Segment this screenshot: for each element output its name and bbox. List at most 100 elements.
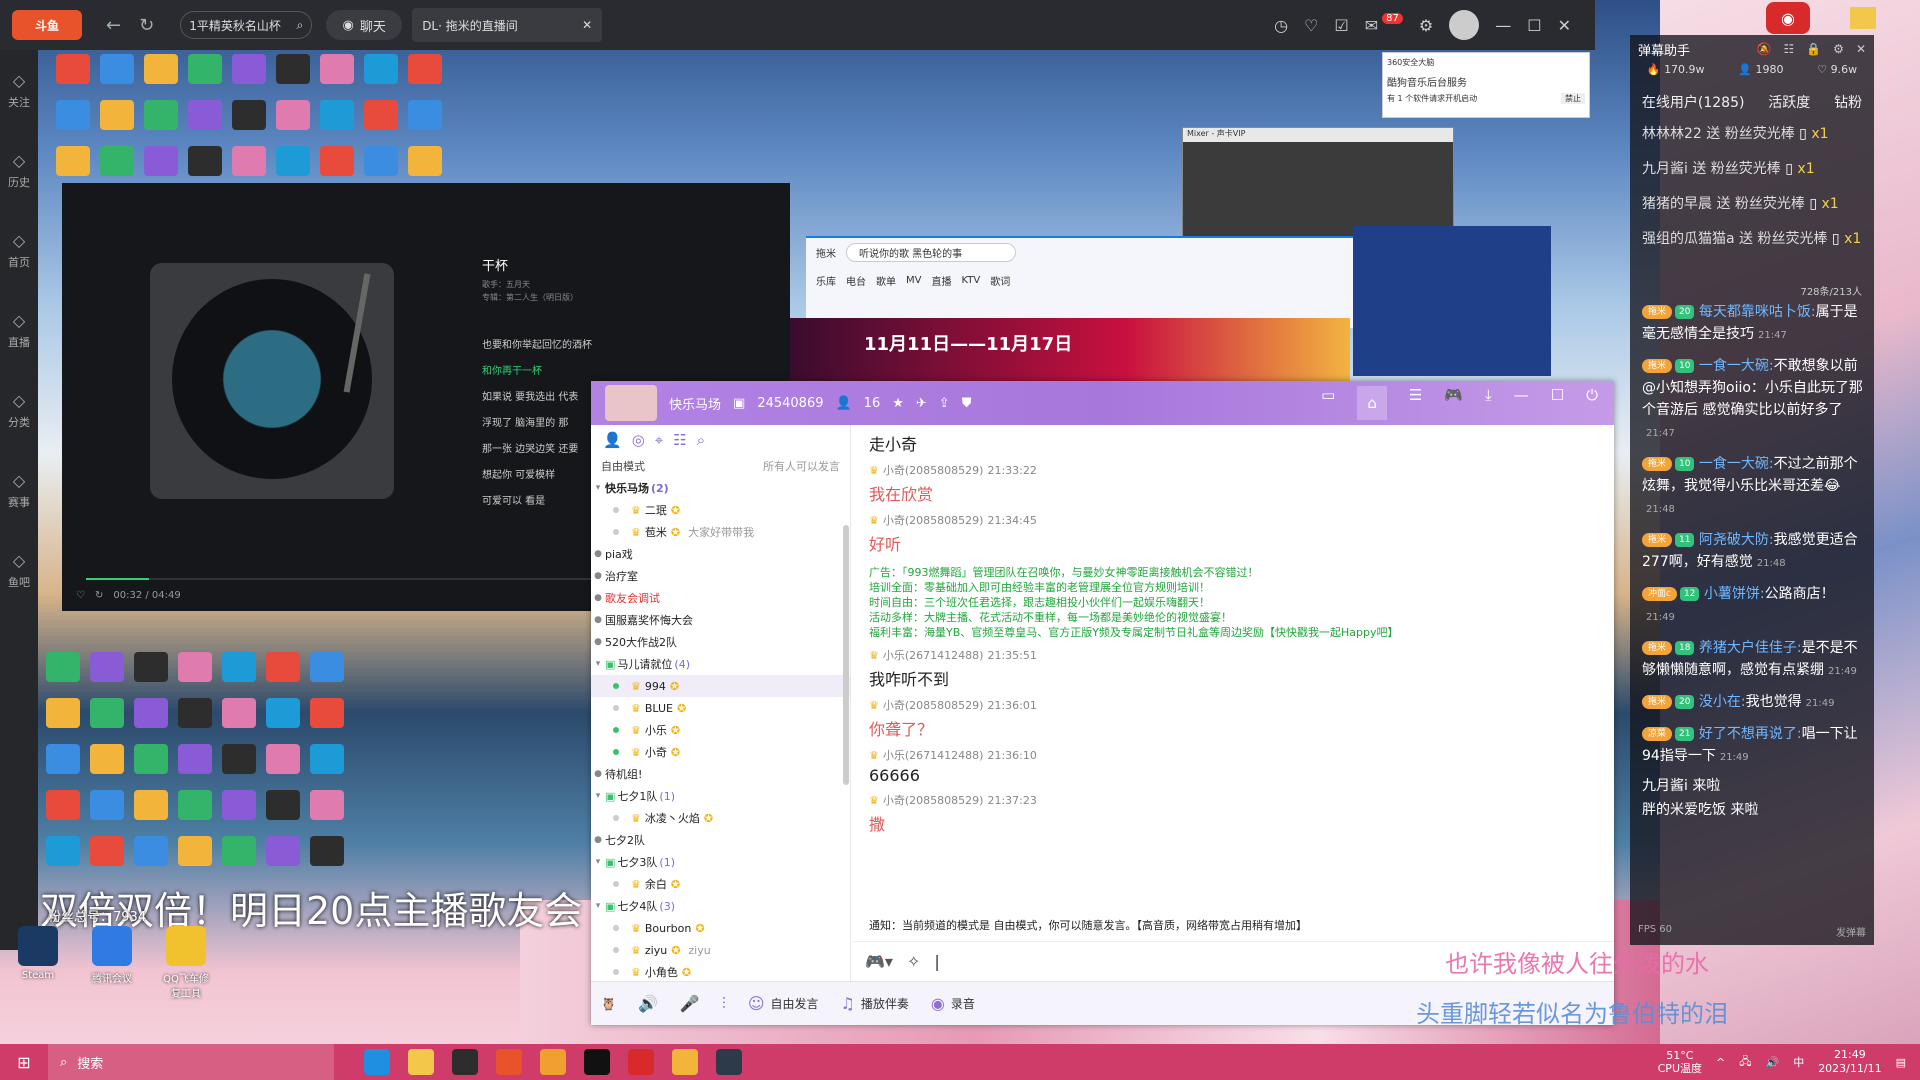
tree-node[interactable]: ♛ ziyu ✪ ziyu: [591, 939, 850, 961]
send-danmu-button[interactable]: 发弹幕: [1836, 924, 1866, 939]
free-speak-button[interactable]: ☺ 自由发言: [748, 994, 819, 1013]
gamepad-icon[interactable]: 🎮: [1444, 386, 1463, 420]
lock-icon[interactable]: 🔒: [1806, 42, 1821, 56]
bullet-icon[interactable]: ●: [591, 549, 605, 559]
desktop-app-icon[interactable]: [266, 652, 300, 682]
desktop-app-icon[interactable]: [134, 698, 168, 728]
desktop-app-icon[interactable]: [178, 836, 212, 866]
notification-icon[interactable]: ▤: [1896, 1056, 1906, 1069]
sidebar-item-3[interactable]: ◇ 直播: [0, 290, 38, 370]
desktop-app-icon[interactable]: [276, 100, 310, 130]
desktop-app-icon[interactable]: [310, 652, 344, 682]
loop-icon[interactable]: ↻: [95, 590, 103, 601]
taskbar-app-icon[interactable]: [540, 1049, 566, 1075]
desktop-app-icon[interactable]: [134, 652, 168, 682]
taskbar-app-icon[interactable]: [672, 1049, 698, 1075]
desktop-app-icon[interactable]: [266, 790, 300, 820]
volume-icon[interactable]: 🔊: [1765, 1056, 1779, 1069]
desktop-app-icon[interactable]: [408, 54, 442, 84]
music-search[interactable]: 听说你的歌 黑色轮的事: [846, 242, 1016, 262]
message-icon[interactable]: ✉: [1365, 16, 1378, 35]
magic-icon[interactable]: ✧: [907, 952, 920, 971]
block-button[interactable]: 禁止: [1561, 93, 1585, 104]
ime-icon[interactable]: 中: [1793, 1054, 1804, 1070]
desktop-app-icon[interactable]: [266, 836, 300, 866]
desktop-app-icon[interactable]: [276, 146, 310, 176]
chat-button[interactable]: ◉ 聊天: [326, 10, 403, 40]
desktop-app-icon[interactable]: [364, 54, 398, 84]
tree-node[interactable]: ♛ 苞米 ✪ 大家好带带我: [591, 521, 850, 543]
taskbar-search[interactable]: ⌕ 搜索: [48, 1044, 334, 1080]
tree-node[interactable]: ● 治疗室: [591, 565, 850, 587]
desktop-app-icon[interactable]: [310, 836, 344, 866]
tree-node[interactable]: ▾ 快乐马场 (2): [591, 477, 850, 499]
desktop-app-icon[interactable]: [100, 54, 134, 84]
tree-node[interactable]: ● 国服嘉奖怀悔大会: [591, 609, 850, 631]
commenter-name[interactable]: 每天都靠咪咕卜饭:: [1699, 304, 1816, 320]
desktop-app-icon[interactable]: [232, 54, 266, 84]
sidebar-item-4[interactable]: ◇ 分类: [0, 370, 38, 450]
folder-icon[interactable]: [1850, 7, 1876, 29]
commenter-name[interactable]: 一食一大碗:: [1699, 358, 1774, 374]
expand-icon[interactable]: ▾: [591, 857, 605, 867]
close-icon[interactable]: ✕: [582, 18, 592, 32]
desktop-shortcut[interactable]: 腾讯会议: [88, 926, 136, 985]
location-icon[interactable]: ⌖: [655, 431, 663, 449]
tree-node[interactable]: ♛ 小奇 ✪: [591, 741, 850, 763]
network-icon[interactable]: 🖧: [1739, 1053, 1751, 1072]
home-icon[interactable]: ⌂: [1357, 386, 1387, 420]
expand-icon[interactable]: ▾: [591, 901, 605, 911]
desktop-shortcut[interactable]: Steam: [14, 926, 62, 981]
chat-icon[interactable]: ◎: [632, 431, 645, 449]
expand-icon[interactable]: ▾: [591, 791, 605, 801]
search-icon[interactable]: ⌕: [296, 18, 303, 33]
bullet-icon[interactable]: ●: [591, 835, 605, 845]
desktop-app-icon[interactable]: [90, 744, 124, 774]
desktop-app-icon[interactable]: [320, 146, 354, 176]
sidebar-item-6[interactable]: ◇ 鱼吧: [0, 530, 38, 610]
desktop-app-icon[interactable]: [90, 652, 124, 682]
tree-node[interactable]: ▾ ▣ 七夕3队 (1): [591, 851, 850, 873]
desktop-app-icon[interactable]: [46, 652, 80, 682]
music-nav-item[interactable]: KTV: [961, 275, 980, 286]
desktop-app-icon[interactable]: [320, 100, 354, 130]
desktop-app-icon[interactable]: [222, 744, 256, 774]
commenter-name[interactable]: 没小在:: [1699, 694, 1746, 710]
minimize-icon[interactable]: —: [1495, 16, 1511, 35]
music-nav-item[interactable]: MV: [906, 275, 921, 286]
desktop-app-icon[interactable]: [266, 744, 300, 774]
desktop-app-icon[interactable]: [310, 790, 344, 820]
desktop-app-icon[interactable]: [188, 146, 222, 176]
tree-node[interactable]: ● 520大作战2队: [591, 631, 850, 653]
desktop-app-icon[interactable]: [310, 698, 344, 728]
tree-node[interactable]: ● 歌友会调试: [591, 587, 850, 609]
taskbar-app-icon[interactable]: [584, 1049, 610, 1075]
tree-node[interactable]: ▾ ▣ 七夕4队 (3): [591, 895, 850, 917]
taskbar-app-icon[interactable]: [496, 1049, 522, 1075]
taskbar-app-icon[interactable]: [452, 1049, 478, 1075]
tree-node[interactable]: ● 待机组!: [591, 763, 850, 785]
desktop-app-icon[interactable]: [178, 652, 212, 682]
minimize-icon[interactable]: —: [1514, 386, 1529, 420]
mic-icon[interactable]: 🎤: [680, 994, 700, 1013]
download-icon[interactable]: ⤓: [1485, 386, 1492, 420]
taskbar-app-icon[interactable]: [628, 1049, 654, 1075]
power-icon[interactable]: ⏻: [1586, 386, 1598, 420]
emoji-icon[interactable]: 🎮▾: [865, 952, 893, 971]
desktop-app-icon[interactable]: [134, 836, 168, 866]
music-nav-item[interactable]: 电台: [846, 273, 866, 288]
expand-icon[interactable]: ▾: [591, 483, 605, 493]
desktop-app-icon[interactable]: [90, 836, 124, 866]
music-nav-item[interactable]: 歌单: [876, 273, 896, 288]
douyu-logo[interactable]: 斗鱼: [12, 10, 82, 40]
music-nav-item[interactable]: 歌词: [990, 273, 1010, 288]
search-icon[interactable]: ⌕: [697, 431, 705, 449]
bullet-icon[interactable]: ●: [591, 571, 605, 581]
sidebar-item-5[interactable]: ◇ 赛事: [0, 450, 38, 530]
speaker-icon[interactable]: 🔊: [638, 994, 658, 1013]
desktop-app-icon[interactable]: [46, 790, 80, 820]
desktop-app-icon[interactable]: [46, 836, 80, 866]
sidebar-item-0[interactable]: ◇ 关注: [0, 50, 38, 130]
sidebar-item-2[interactable]: ◇ 首页: [0, 210, 38, 290]
shield-icon[interactable]: ⛊: [962, 396, 972, 411]
